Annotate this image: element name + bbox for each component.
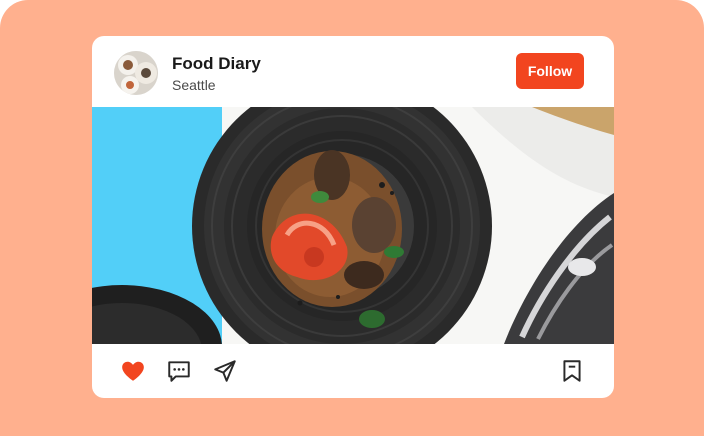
account-name[interactable]: Food Diary — [172, 54, 261, 74]
avatar[interactable] — [114, 51, 158, 95]
bookmark-icon[interactable] — [559, 358, 585, 384]
heart-icon[interactable] — [120, 358, 146, 384]
post-photo[interactable] — [92, 107, 614, 344]
food-photo — [92, 107, 614, 344]
location-label: Seattle — [172, 77, 216, 93]
comment-icon[interactable] — [166, 358, 192, 384]
follow-button[interactable]: Follow — [516, 53, 584, 89]
action-bar — [92, 344, 614, 398]
avatar-image — [114, 51, 158, 95]
send-icon[interactable] — [212, 358, 238, 384]
post-card: Food Diary Seattle Follow — [92, 36, 614, 398]
post-header: Food Diary Seattle Follow — [92, 36, 614, 107]
